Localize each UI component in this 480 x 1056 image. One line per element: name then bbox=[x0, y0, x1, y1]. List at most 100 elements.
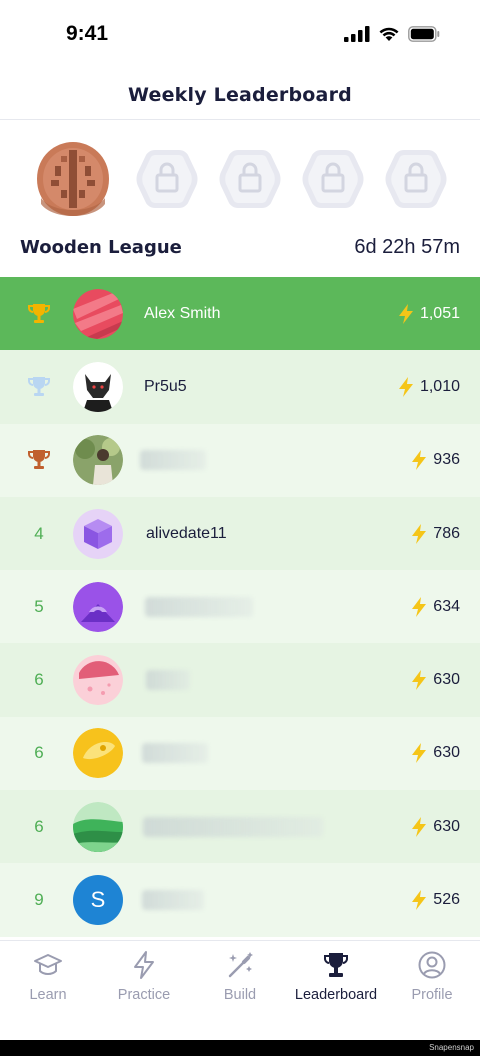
page-header: Weekly Leaderboard bbox=[0, 70, 480, 120]
xp-score: 630 bbox=[411, 816, 460, 837]
lightning-icon bbox=[412, 743, 427, 764]
avatar[interactable] bbox=[73, 508, 123, 559]
rank: 6 bbox=[34, 670, 44, 690]
bottom-nav: Learn Practice Build Leaderboard Profile bbox=[0, 940, 480, 1040]
nav-item-profile[interactable]: Profile bbox=[384, 941, 480, 1040]
xp-score: 1,010 bbox=[398, 376, 460, 397]
avatar[interactable] bbox=[73, 581, 123, 632]
nav-label: Profile bbox=[411, 987, 453, 1003]
user-name: Alex Smith bbox=[144, 304, 221, 322]
xp-score: 786 bbox=[411, 523, 460, 544]
redacted-name bbox=[140, 450, 206, 471]
magic-wand-icon bbox=[228, 952, 253, 978]
avatar[interactable] bbox=[73, 728, 123, 779]
league-info: Wooden League 6d 22h 57m bbox=[20, 234, 460, 260]
nav-label: Practice bbox=[117, 987, 171, 1003]
nav-item-practice[interactable]: Practice bbox=[96, 941, 192, 1040]
leaderboard-row[interactable]: Pr5u5 1,010 bbox=[0, 350, 480, 424]
rank: 9 bbox=[34, 890, 44, 910]
leaderboard-row[interactable]: 5 634 bbox=[0, 570, 480, 644]
avatar[interactable] bbox=[73, 361, 123, 412]
signal-icon bbox=[344, 26, 370, 42]
locked-league-badge[interactable] bbox=[218, 146, 282, 212]
status-bar: 9:41 bbox=[0, 0, 480, 70]
lightning-icon bbox=[398, 303, 413, 324]
nav-label: Leaderboard bbox=[294, 987, 378, 1003]
leaderboard-row[interactable]: Alex Smith 1,051 bbox=[0, 277, 480, 351]
score-value: 526 bbox=[433, 891, 460, 909]
xp-score: 526 bbox=[411, 890, 460, 911]
yellow-planet-avatar bbox=[73, 728, 123, 779]
nav-item-leaderboard[interactable]: Leaderboard bbox=[288, 941, 384, 1040]
rank bbox=[18, 373, 60, 401]
rank: 6 bbox=[34, 816, 44, 836]
leaderboard-row[interactable]: 6 630 bbox=[0, 790, 480, 864]
xp-score: 630 bbox=[411, 670, 460, 691]
league-timer: 6d 22h 57m bbox=[354, 235, 460, 258]
score-value: 786 bbox=[433, 524, 460, 542]
bronze-trophy-icon bbox=[28, 450, 50, 470]
silver-trophy-icon bbox=[28, 376, 50, 396]
avatar[interactable]: S bbox=[73, 875, 123, 926]
redacted-name bbox=[142, 743, 208, 764]
lightning-icon bbox=[398, 376, 413, 397]
nav-label: Learn bbox=[29, 987, 67, 1003]
nav-item-learn[interactable]: Learn bbox=[0, 941, 96, 1040]
leaderboard-list: Alex Smith 1,051 Pr5u5 1,010 936 4 alive… bbox=[0, 277, 480, 937]
status-time: 9:41 bbox=[66, 22, 109, 45]
green-hills-avatar bbox=[73, 801, 123, 852]
score-value: 630 bbox=[433, 744, 460, 762]
avatar-letter: S bbox=[90, 887, 106, 913]
locked-league-badge[interactable] bbox=[301, 146, 365, 212]
rank: 6 bbox=[34, 743, 44, 763]
score-value: 634 bbox=[433, 597, 460, 615]
leaderboard-row[interactable]: 6 630 bbox=[0, 716, 480, 791]
locked-league-badge[interactable] bbox=[384, 146, 448, 212]
nav-item-build[interactable]: Build bbox=[192, 941, 288, 1040]
league-badges bbox=[0, 130, 480, 230]
xp-score: 634 bbox=[411, 596, 460, 617]
trophy-icon bbox=[324, 953, 348, 977]
rank bbox=[18, 300, 60, 328]
score-value: 936 bbox=[433, 451, 460, 469]
avatar[interactable] bbox=[73, 435, 123, 486]
lightning-icon bbox=[412, 523, 427, 544]
wifi-icon bbox=[379, 27, 399, 41]
avatar[interactable] bbox=[73, 655, 123, 706]
leaderboard-row[interactable]: 6 630 bbox=[0, 643, 480, 717]
lightning-icon bbox=[412, 670, 427, 691]
gold-trophy-icon bbox=[28, 303, 50, 323]
battery-icon bbox=[408, 26, 440, 42]
purple-cube-avatar bbox=[73, 508, 123, 559]
score-value: 630 bbox=[433, 817, 460, 835]
status-icons bbox=[344, 26, 440, 42]
redacted-name bbox=[145, 596, 253, 617]
leaderboard-row[interactable]: 4 alivedate11 786 bbox=[0, 496, 480, 571]
league-name: Wooden League bbox=[20, 236, 182, 258]
avatar[interactable] bbox=[73, 801, 123, 852]
redacted-name bbox=[142, 890, 204, 911]
avatar[interactable] bbox=[73, 288, 123, 339]
rank bbox=[18, 446, 60, 474]
redacted-name bbox=[146, 670, 190, 691]
graduation-cap-icon bbox=[34, 954, 62, 975]
photo-avatar bbox=[73, 435, 123, 486]
watermark: Snapensnap bbox=[429, 1043, 474, 1052]
leaderboard-row[interactable]: 9 S 526 bbox=[0, 863, 480, 937]
rank: 5 bbox=[34, 596, 44, 616]
xp-score: 936 bbox=[411, 450, 460, 471]
user-circle-icon bbox=[418, 951, 446, 979]
lightning-icon bbox=[412, 450, 427, 471]
locked-league-badge[interactable] bbox=[135, 146, 199, 212]
purple-mountain-avatar bbox=[73, 581, 123, 632]
footer-strip bbox=[0, 1040, 480, 1056]
score-value: 1,010 bbox=[419, 377, 460, 395]
red-planet-avatar bbox=[73, 288, 123, 339]
leaderboard-row[interactable]: 936 bbox=[0, 423, 480, 497]
user-name: alivedate11 bbox=[146, 524, 227, 542]
lightning-icon bbox=[412, 596, 427, 617]
wooden-league-badge[interactable] bbox=[33, 138, 113, 220]
redacted-name bbox=[143, 816, 323, 837]
pink-planet-avatar bbox=[73, 655, 123, 706]
xp-score: 630 bbox=[411, 743, 460, 764]
